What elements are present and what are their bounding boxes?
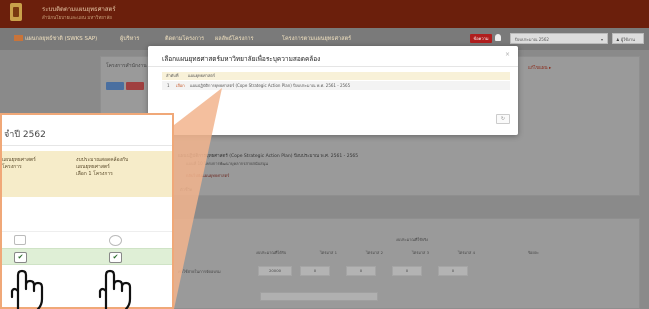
zoom-col2-line3: เลือก 1 โครงการ <box>76 171 113 177</box>
zoom-col1-line1: แผนยุทธศาสตร์ <box>2 157 36 163</box>
zoom-title: จำปี 2562 <box>4 130 46 140</box>
alignment-checkbox-checked[interactable]: ✔ <box>14 252 27 263</box>
pointing-hand-icon <box>10 269 44 309</box>
pointing-hand-icon <box>98 269 132 309</box>
zoom-divider <box>2 145 172 146</box>
zoom-col2-line1: งบประมาณสอดคล้องกับ <box>76 157 129 163</box>
budget-radio-selected[interactable]: ✔ <box>109 252 122 263</box>
budget-radio[interactable] <box>109 235 122 246</box>
zoom-col1-line2: โครงการ <box>2 164 22 170</box>
zoom-row-checked: ✔ ✔ <box>2 248 172 265</box>
zoom-table-header: แผนยุทธศาสตร์ โครงการ งบประมาณสอดคล้องกั… <box>2 151 172 197</box>
zoom-col2-line2: แผนยุทธศาสตร์ <box>76 164 110 170</box>
zoom-row-unchecked <box>2 231 172 248</box>
alignment-checkbox[interactable] <box>14 235 26 245</box>
zoom-callout: จำปี 2562 แผนยุทธศาสตร์ โครงการ งบประมาณ… <box>0 113 174 309</box>
